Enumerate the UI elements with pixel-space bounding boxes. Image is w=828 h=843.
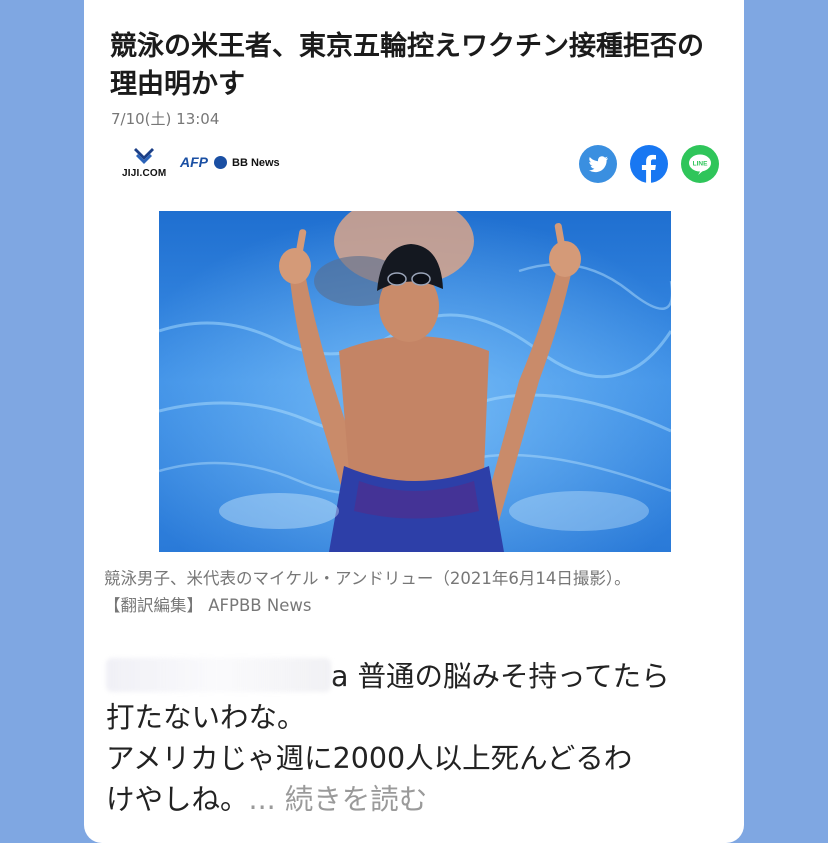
user-comment: a 普通の脳みそ持ってたら 打たないわな。 アメリカじゃ週に2000人以上死んど… bbox=[106, 656, 726, 820]
line-share-button[interactable]: LINE bbox=[681, 145, 719, 183]
afpbb-dot-icon bbox=[214, 156, 227, 169]
article-card: 競泳の米王者、東京五輪控えワクチン接種拒否の理由明かす 7/10(土) 13:0… bbox=[84, 0, 744, 843]
line-icon-label: LINE bbox=[693, 161, 708, 168]
comment-line-1: a 普通の脳みそ持ってたら bbox=[331, 660, 670, 693]
comment-line-2: 打たないわな。 bbox=[106, 701, 306, 734]
photo-caption: 競泳男子、米代表のマイケル・アンドリュー（2021年6月14日撮影）。 【翻訳編… bbox=[104, 565, 734, 619]
caption-text: 競泳男子、米代表のマイケル・アンドリュー（2021年6月14日撮影）。 bbox=[104, 569, 631, 588]
read-more-link[interactable]: ... 続きを読む bbox=[249, 783, 428, 816]
comment-line-3: アメリカじゃ週に2000人以上死んどるわ bbox=[106, 742, 633, 775]
twitter-icon bbox=[579, 145, 617, 183]
facebook-share-button[interactable] bbox=[630, 145, 668, 183]
afp-logo-text: AFP bbox=[180, 154, 208, 170]
article-date: 7/10(土) 13:04 bbox=[111, 110, 220, 128]
twitter-share-button[interactable] bbox=[579, 145, 617, 183]
comment-line-4: けやしね。 bbox=[106, 783, 249, 816]
bbnews-logo-text: BB News bbox=[232, 157, 280, 169]
article-photo[interactable] bbox=[159, 211, 671, 552]
source-logos: JIJI.COM AFP BB News bbox=[114, 146, 314, 182]
article-title[interactable]: 競泳の米王者、東京五輪控えワクチン接種拒否の理由明かす bbox=[110, 28, 720, 104]
caption-credit: 【翻訳編集】 AFPBB News bbox=[104, 596, 312, 615]
jiji-logo-text: JIJI.COM bbox=[122, 168, 167, 179]
redacted-username bbox=[106, 658, 331, 692]
line-icon: LINE bbox=[681, 145, 719, 183]
swimmer-photo-illustration bbox=[159, 211, 671, 552]
facebook-icon bbox=[630, 145, 668, 183]
